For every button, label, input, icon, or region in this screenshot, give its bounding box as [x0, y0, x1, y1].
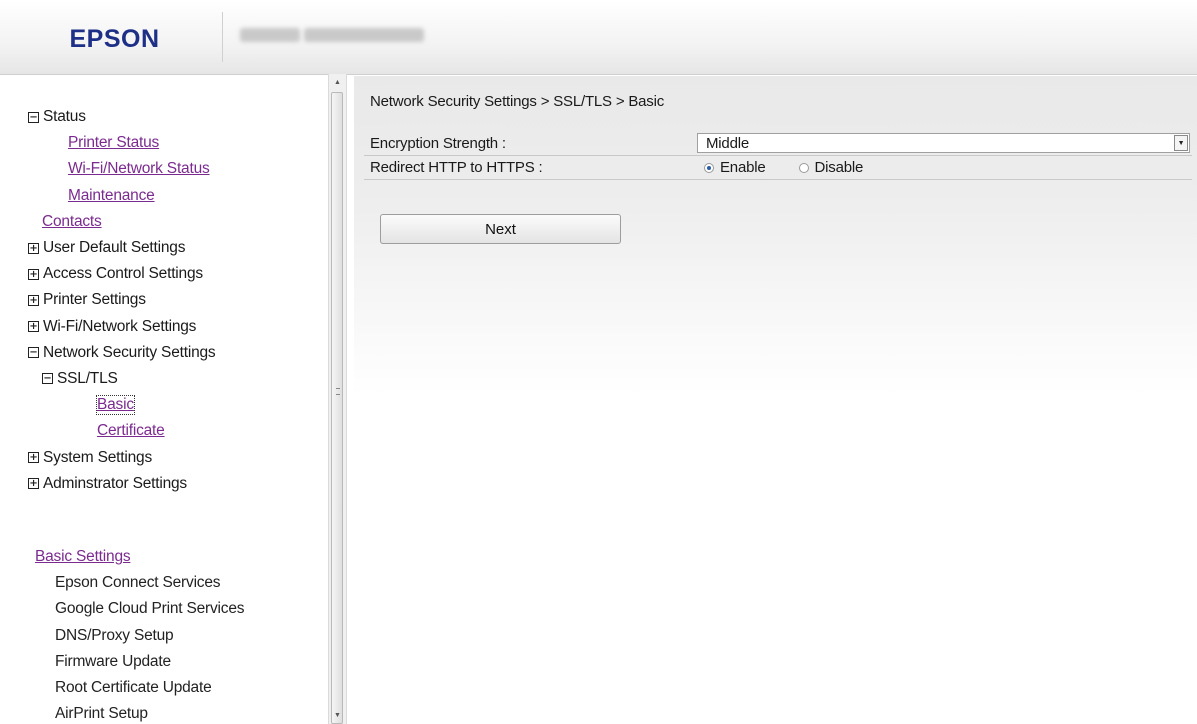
nav-basic[interactable]: Basic [28, 392, 215, 418]
expand-icon[interactable]: + [28, 268, 39, 280]
nav-certificate-link[interactable]: Certificate [97, 422, 165, 440]
collapse-icon[interactable]: − [28, 347, 39, 359]
nav-ssl-tls[interactable]: − SSL/TLS [28, 366, 215, 392]
logo-container: EPSON [8, 8, 221, 70]
nav-wifi-network-status-link[interactable]: Wi-Fi/Network Status [68, 160, 210, 178]
encryption-strength-row: Encryption Strength : Middle ▼ [364, 132, 1192, 156]
nav-network-security-settings[interactable]: − Network Security Settings [28, 340, 216, 366]
nav-access-control-settings-label: Access Control Settings [43, 265, 203, 283]
nav-ssl-tls-label: SSL/TLS [57, 369, 118, 387]
redacted-block [304, 28, 425, 42]
radio-enable[interactable] [704, 162, 714, 173]
grip-icon [336, 388, 340, 395]
sidebar-scrollbar[interactable]: ▲ ▼ [328, 74, 347, 724]
nav-maintenance[interactable]: Maintenance [28, 183, 215, 209]
expand-icon[interactable]: + [28, 452, 39, 464]
nav-system-settings[interactable]: + System Settings [28, 444, 215, 470]
nav-system-settings-label: System Settings [43, 448, 152, 466]
basic-item-airprint-setup[interactable]: AirPrint Setup [35, 701, 244, 724]
basic-item-firmware-update[interactable]: Firmware Update [35, 649, 244, 675]
nav-status-label: Status [43, 108, 86, 126]
expand-icon[interactable]: + [28, 294, 39, 306]
collapse-icon[interactable]: − [42, 373, 53, 385]
scrollbar-thumb[interactable] [331, 92, 343, 724]
expand-icon[interactable]: + [28, 321, 39, 333]
sidebar-nav: − Status Printer Status Wi-Fi/Network St… [8, 76, 330, 724]
next-button[interactable]: Next [380, 214, 621, 244]
collapse-icon[interactable]: − [28, 111, 39, 123]
nav-status[interactable]: − Status [28, 104, 215, 130]
nav-printer-status[interactable]: Printer Status [28, 130, 215, 156]
nav-user-default-settings[interactable]: + User Default Settings [28, 235, 215, 261]
nav-wifi-network-status[interactable]: Wi-Fi/Network Status [28, 156, 215, 182]
nav-network-security-settings-label: Network Security Settings [43, 343, 216, 361]
nav-printer-status-link[interactable]: Printer Status [68, 134, 159, 152]
redirect-https-label: Redirect HTTP to HTTPS : [370, 159, 543, 176]
nav-administrator-settings[interactable]: + Adminstrator Settings [28, 471, 215, 497]
scroll-up-icon[interactable]: ▲ [329, 74, 346, 91]
radio-disable[interactable] [798, 162, 809, 173]
nav-tree: − Status Printer Status Wi-Fi/Network St… [28, 104, 216, 497]
nav-maintenance-link[interactable]: Maintenance [68, 187, 155, 205]
breadcrumb: Network Security Settings > SSL/TLS > Ba… [370, 93, 665, 110]
radio-disable-label[interactable]: Disable [815, 159, 864, 176]
nav-basic-link[interactable]: Basic [96, 395, 135, 416]
model-name-redacted [240, 24, 430, 46]
basic-item-root-certificate[interactable]: Root Certificate Update [35, 675, 244, 701]
basic-settings-link[interactable]: Basic Settings [35, 548, 131, 566]
nav-contacts-link[interactable]: Contacts [42, 213, 102, 231]
redirect-radio-group: Enable Disable [704, 159, 896, 176]
nav-printer-settings-label: Printer Settings [43, 291, 146, 309]
expand-icon[interactable]: + [28, 242, 39, 254]
scroll-down-icon[interactable]: ▼ [329, 707, 346, 724]
nav-certificate[interactable]: Certificate [28, 418, 215, 444]
redacted-block [240, 28, 300, 42]
nav-printer-settings[interactable]: + Printer Settings [28, 287, 215, 313]
header-bar: EPSON [0, 0, 1197, 75]
encryption-strength-select[interactable]: Middle ▼ [697, 133, 1190, 153]
nav-wifi-network-settings-label: Wi-Fi/Network Settings [43, 317, 197, 335]
radio-enable-label[interactable]: Enable [720, 159, 766, 176]
encryption-strength-label: Encryption Strength : [370, 135, 506, 152]
main-content: Network Security Settings > SSL/TLS > Ba… [354, 76, 1197, 724]
nav-access-control-settings[interactable]: + Access Control Settings [28, 261, 215, 287]
basic-item-epson-connect[interactable]: Epson Connect Services [35, 570, 244, 596]
expand-icon[interactable]: + [28, 478, 39, 490]
chevron-down-icon[interactable]: ▼ [1174, 135, 1188, 151]
nav-user-default-settings-label: User Default Settings [43, 239, 186, 257]
basic-item-dns-proxy[interactable]: DNS/Proxy Setup [35, 623, 244, 649]
nav-wifi-network-settings[interactable]: + Wi-Fi/Network Settings [28, 314, 215, 340]
basic-settings-section: Basic Settings Epson Connect Services Go… [35, 544, 245, 724]
header-divider [222, 12, 223, 62]
encryption-strength-value: Middle [706, 134, 749, 152]
epson-logo: EPSON [69, 24, 160, 53]
basic-settings-heading[interactable]: Basic Settings [35, 544, 244, 570]
nav-contacts[interactable]: Contacts [28, 209, 215, 235]
redirect-https-row: Redirect HTTP to HTTPS : Enable Disable [364, 156, 1192, 180]
basic-item-google-cloud-print[interactable]: Google Cloud Print Services [35, 596, 245, 622]
nav-administrator-settings-label: Adminstrator Settings [43, 474, 187, 492]
